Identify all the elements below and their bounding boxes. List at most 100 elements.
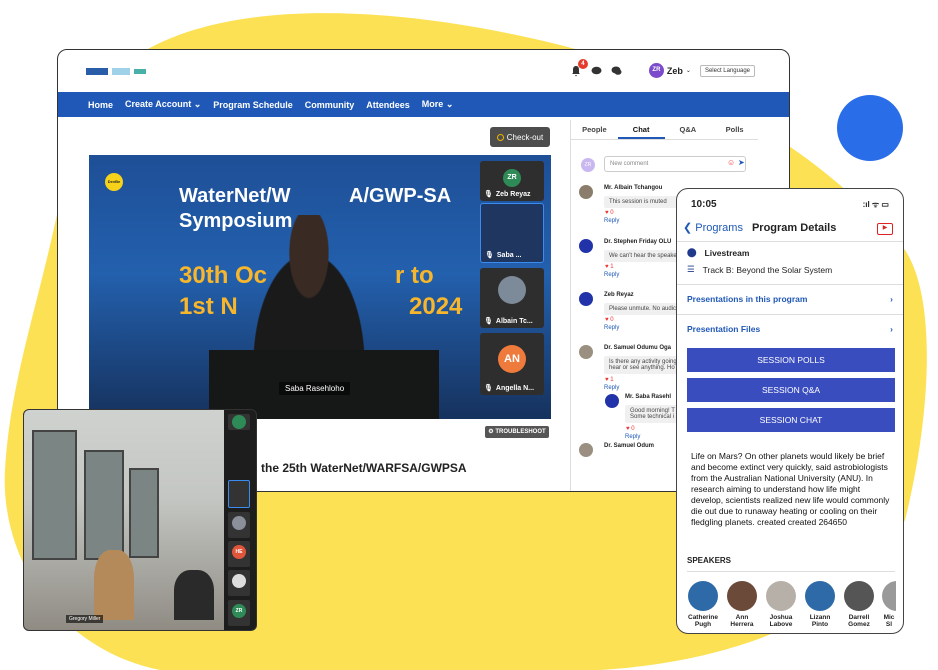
participant-tile[interactable]: HE bbox=[228, 541, 250, 567]
participant-tile[interactable]: 🎙︎ Albain Tc... bbox=[480, 268, 544, 328]
checkout-button[interactable]: Check-out bbox=[490, 127, 550, 147]
speaker-card[interactable]: Darrell Gomez bbox=[843, 581, 875, 628]
speaker-first: Mic bbox=[883, 614, 895, 621]
likes[interactable]: ♥ 1 bbox=[605, 264, 614, 270]
participant-tile[interactable] bbox=[228, 414, 250, 430]
speaker-first: Darrell bbox=[848, 614, 870, 621]
participant-tile[interactable] bbox=[228, 512, 250, 538]
presentations-link[interactable]: Presentations in this program › bbox=[687, 294, 893, 304]
divider bbox=[677, 314, 903, 315]
tab-chat[interactable]: Chat bbox=[617, 120, 665, 139]
reply-link[interactable]: Reply bbox=[604, 385, 619, 391]
like-count: 0 bbox=[631, 426, 635, 432]
message-line: Some technical i bbox=[630, 414, 675, 420]
language-select[interactable]: Select Language bbox=[699, 64, 755, 77]
messages-icon[interactable] bbox=[611, 66, 622, 76]
nav-more[interactable]: More ⌄ bbox=[422, 99, 454, 110]
reply-link[interactable]: Reply bbox=[604, 218, 619, 224]
avatar-photo bbox=[882, 581, 896, 611]
avatar: ZR bbox=[232, 604, 246, 618]
nav-community[interactable]: Community bbox=[305, 100, 355, 110]
avatar-photo bbox=[579, 443, 593, 457]
speaker-last: Labove bbox=[769, 621, 793, 628]
reply-link[interactable]: Reply bbox=[604, 272, 619, 278]
presentation-files-link[interactable]: Presentation Files › bbox=[687, 324, 893, 334]
avatar-photo bbox=[844, 581, 874, 611]
troubleshoot-label: TROUBLESHOOT bbox=[495, 429, 546, 435]
main-nav: Home Create Account ⌄ Program Schedule C… bbox=[58, 92, 789, 117]
session-polls-button[interactable]: SESSION POLLS bbox=[687, 348, 895, 372]
chevron-down-icon: ⌄ bbox=[685, 68, 691, 74]
comment-input[interactable]: New comment bbox=[604, 156, 746, 172]
message-author: Zeb Reyaz bbox=[604, 292, 634, 298]
likes[interactable]: ♥ 1 bbox=[605, 377, 614, 383]
avatar bbox=[688, 581, 718, 611]
track-label: Track B: Beyond the Solar System bbox=[702, 264, 833, 275]
checkout-label: Check-out bbox=[506, 132, 544, 142]
classroom-video[interactable]: Gregory Miller bbox=[24, 410, 224, 630]
session-description: Life on Mars? On other planets would lik… bbox=[691, 451, 890, 527]
page-title: Program Details bbox=[751, 221, 837, 234]
avatar: HE bbox=[232, 545, 246, 559]
participant-tile[interactable]: ZR 🎙︎ Zeb Reyaz bbox=[480, 161, 544, 201]
likes[interactable]: ♥ 0 bbox=[626, 426, 635, 432]
mic-off-icon: 🎙︎ bbox=[484, 385, 493, 392]
tv-icon[interactable]: ▶ bbox=[877, 223, 893, 235]
like-count: 1 bbox=[610, 377, 614, 383]
nav-create-account[interactable]: Create Account ⌄ bbox=[125, 99, 201, 110]
session-qa-button[interactable]: SESSION Q&A bbox=[687, 378, 895, 402]
troubleshoot-button[interactable]: ⚙ TROUBLESHOOT bbox=[485, 426, 549, 438]
link-label: Presentation Files bbox=[687, 324, 761, 334]
participant-tile[interactable] bbox=[228, 480, 250, 508]
speaker-card[interactable]: Mic Sl bbox=[882, 581, 896, 628]
banner-line1: WaterNet/W bbox=[179, 185, 291, 207]
video-stream[interactable]: DevBe WaterNet/W A/GWP-SA Symposium 30th… bbox=[89, 155, 551, 419]
participant-tile[interactable]: AN 🎙︎ Angella N... bbox=[480, 333, 544, 395]
tile-name: Angella N... bbox=[495, 384, 535, 392]
reply-link[interactable]: Reply bbox=[625, 434, 640, 440]
avatar-photo bbox=[579, 185, 593, 199]
avatar-photo bbox=[232, 574, 246, 588]
speaker-card[interactable]: Catherine Pugh bbox=[687, 581, 719, 628]
chat-icon[interactable] bbox=[591, 66, 602, 76]
divider bbox=[677, 241, 903, 242]
participant-tile[interactable]: ZR bbox=[228, 600, 250, 626]
emoji-icon[interactable]: ☺ bbox=[727, 158, 735, 167]
nav-home[interactable]: Home bbox=[88, 100, 113, 110]
user-name: Zeb bbox=[666, 65, 683, 76]
session-chat-button[interactable]: SESSION CHAT bbox=[687, 408, 895, 432]
avatar-photo bbox=[727, 581, 757, 611]
message-author: Dr. Samuel Odumu Oga bbox=[604, 345, 672, 351]
nav-attendees[interactable]: Attendees bbox=[366, 100, 410, 110]
reply-link[interactable]: Reply bbox=[604, 325, 619, 331]
presenter-figure bbox=[94, 550, 134, 620]
participant-tile[interactable] bbox=[228, 570, 250, 596]
tab-qa[interactable]: Q&A bbox=[665, 120, 712, 139]
livestream-row: ⬤ Livestream bbox=[687, 247, 749, 258]
tab-people[interactable]: People bbox=[571, 120, 618, 139]
likes[interactable]: ♥ 0 bbox=[605, 210, 614, 216]
tab-polls[interactable]: Polls bbox=[711, 120, 758, 139]
banner-date2: 1st N bbox=[179, 293, 238, 320]
speaker-card[interactable]: Ann Herrera bbox=[726, 581, 758, 628]
back-label: Programs bbox=[695, 222, 743, 234]
avatar bbox=[605, 394, 619, 408]
mic-off-icon: 🎙︎ bbox=[484, 191, 493, 198]
speaker-last: Herrera bbox=[730, 621, 754, 628]
status-icons: :ıl ᯤ ▭ bbox=[862, 200, 889, 209]
bell-icon[interactable]: 4 bbox=[570, 58, 588, 77]
nav-label: Create Account bbox=[125, 99, 192, 109]
speaker-first: Ann bbox=[735, 614, 749, 621]
speaker-card[interactable]: Joshua Labove bbox=[765, 581, 797, 628]
send-icon[interactable]: ➤ bbox=[738, 158, 745, 167]
message-author: Mr. Saba Rasehl bbox=[625, 394, 672, 400]
likes[interactable]: ♥ 0 bbox=[605, 317, 614, 323]
user-menu[interactable]: ZR Zeb ⌄ bbox=[648, 63, 691, 78]
participant-tile[interactable]: 🎙︎ Saba ... bbox=[480, 203, 544, 263]
tile-name: Zeb Reyaz bbox=[495, 190, 531, 198]
nav-program-schedule[interactable]: Program Schedule bbox=[213, 100, 293, 110]
back-button[interactable]: ❮ Programs bbox=[683, 221, 743, 234]
notification-badge: 4 bbox=[577, 58, 588, 69]
speaker-card[interactable]: Lizann Pinto bbox=[804, 581, 836, 628]
like-count: 0 bbox=[610, 317, 614, 323]
